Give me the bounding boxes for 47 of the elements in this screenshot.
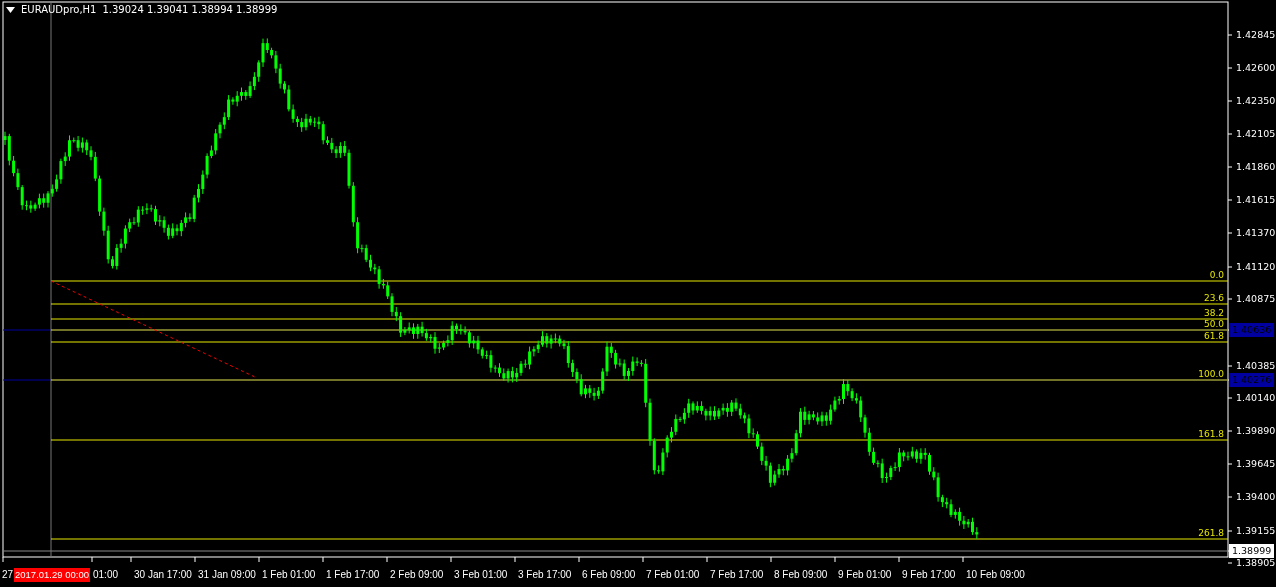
fibonacci-level-label: 161.8 — [1198, 429, 1224, 440]
time-label: 01:00 — [93, 569, 119, 580]
fibonacci-level-label: 50.0 — [1203, 319, 1224, 330]
price-label: 1.38905 — [1235, 556, 1276, 570]
price-label: 1.41615 — [1235, 193, 1276, 207]
time-label: 9 Feb 17:00 — [902, 569, 956, 580]
crosshair-time-label: 2017.01.29 00:00 — [14, 568, 90, 582]
price-label: 1.41120 — [1235, 260, 1276, 274]
price-label: 1.39400 — [1235, 490, 1276, 504]
price-label: 1.41370 — [1235, 226, 1276, 240]
time-label: 6 Feb 09:00 — [582, 569, 636, 580]
time-label: 1 Feb 17:00 — [326, 569, 380, 580]
fibonacci-level-label: 261.8 — [1198, 528, 1224, 539]
price-label: 1.40875 — [1235, 292, 1276, 306]
time-label: 27 — [2, 569, 14, 580]
price-label: 1.39645 — [1235, 457, 1276, 471]
symbol-label: EURAUDpro,H1 — [21, 4, 97, 15]
time-label: 30 Jan 17:00 — [134, 569, 192, 580]
price-label: 1.38999 — [1229, 544, 1275, 558]
time-label: 3 Feb 01:00 — [454, 569, 508, 580]
price-label: 1.41860 — [1235, 160, 1276, 174]
dropdown-triangle-icon[interactable] — [6, 6, 15, 13]
time-label: 10 Feb 09:00 — [966, 569, 1025, 580]
time-label: 7 Feb 01:00 — [646, 569, 700, 580]
time-label: 31 Jan 09:00 — [198, 569, 256, 580]
price-label: 1.40140 — [1235, 391, 1276, 405]
time-label: 3 Feb 17:00 — [518, 569, 572, 580]
price-label: 1.40385 — [1235, 359, 1276, 373]
time-label: 1 Feb 01:00 — [262, 569, 316, 580]
time-label: 7 Feb 17:00 — [710, 569, 764, 580]
price-label: 1.39890 — [1235, 424, 1276, 438]
fibonacci-level-label: 23.6 — [1203, 293, 1224, 304]
time-label: 9 Feb 01:00 — [838, 569, 892, 580]
price-label: 1.42350 — [1235, 94, 1276, 108]
price-label: 1.42845 — [1235, 28, 1276, 42]
fibonacci-level-label: 61.8 — [1203, 331, 1224, 342]
time-label: 2 Feb 09:00 — [390, 569, 444, 580]
price-label: 1.42105 — [1235, 127, 1276, 141]
price-label: 1.42600 — [1235, 61, 1276, 75]
price-label: 1.40636 — [1229, 323, 1275, 337]
fibonacci-level-label: 100.0 — [1198, 369, 1224, 380]
quote-values: 1.39024 1.39041 1.38994 1.38999 — [102, 4, 278, 15]
price-label: 1.40276 — [1229, 373, 1275, 387]
fibonacci-level-label: 0.0 — [1209, 270, 1224, 281]
fibonacci-level-label: 38.2 — [1203, 308, 1224, 319]
time-label: 8 Feb 09:00 — [774, 569, 828, 580]
price-label: 1.39155 — [1235, 524, 1276, 538]
